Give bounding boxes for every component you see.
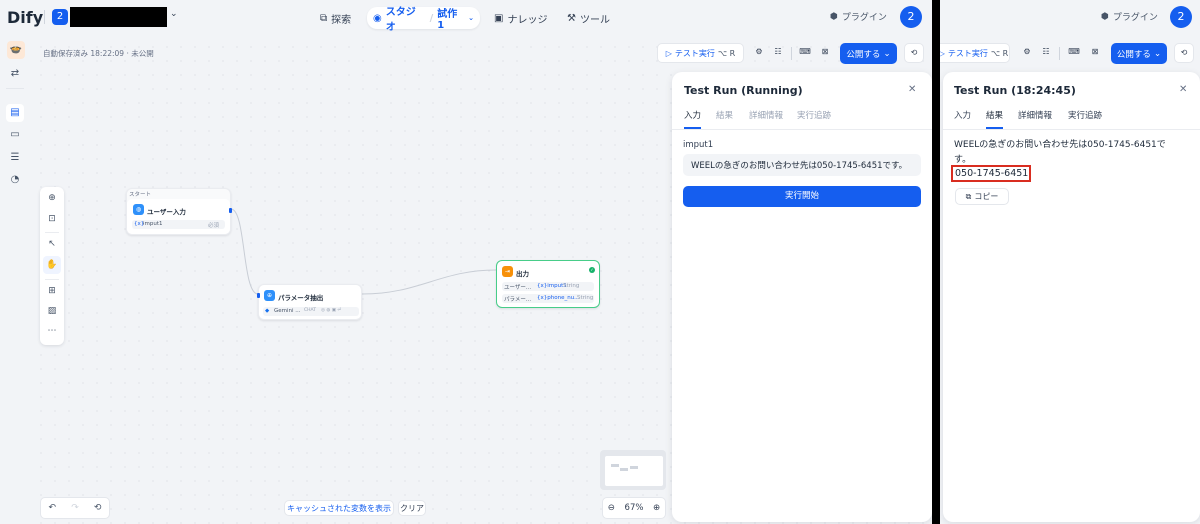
undo-redo-bar: ↶ ↷ ⟲ <box>40 497 110 519</box>
shortcut-label: ⌥ R <box>990 48 1009 58</box>
test-run-result-panel: Test Run (18:24:45) ✕ 入力 結果 詳細情報 実行追跡 WE… <box>943 72 1200 522</box>
start-node[interactable]: スタート ◍ ユーザー入力 {x} imput1 必須 <box>126 188 232 235</box>
field-label: imput1 <box>683 140 714 150</box>
output-row-type: String <box>563 283 580 289</box>
model-mode: CHAT <box>304 308 317 313</box>
run-button[interactable]: 実行開始 <box>683 186 921 207</box>
env-variables-icon[interactable]: ⌨ <box>1064 43 1084 63</box>
output-node[interactable]: ⇥ 出力 ✓ ユーザー... {x}imput1 String パラメー... … <box>496 260 600 308</box>
test-run-button[interactable]: ▷ テスト実行 ⌥ R <box>940 43 1010 63</box>
zoom-out-icon[interactable]: ⊖ <box>608 503 615 513</box>
tab-details[interactable]: 詳細情報 <box>749 109 783 121</box>
gemini-icon: ◆ <box>265 308 270 314</box>
minimap-viewport <box>605 456 663 486</box>
tabs-divider <box>943 129 1200 130</box>
avatar[interactable]: 2 <box>1170 6 1192 28</box>
history-icon[interactable]: ⟲ <box>1174 43 1194 63</box>
copy-label: コピー <box>974 192 999 201</box>
tab-tracing[interactable]: 実行追跡 <box>1068 109 1102 121</box>
chevron-down-icon: ⌄ <box>1153 48 1162 59</box>
panel-title: Test Run (Running) <box>684 84 803 97</box>
close-icon[interactable]: ✕ <box>1179 84 1187 95</box>
toolbar-divider <box>1059 47 1060 60</box>
extractor-icon: ⊕ <box>264 290 275 301</box>
highlighted-phone-number: 050-1745-6451 <box>951 165 1031 182</box>
result-text-line1: WEELの急ぎのお問い合わせ先は050-1745-6451で <box>954 140 1166 150</box>
test-run-panel: Test Run (Running) ✕ 入力 結果 詳細情報 実行追跡 imp… <box>672 72 932 522</box>
clear-button[interactable]: クリア <box>398 500 426 516</box>
left-window: Dify 2 ⌄ ⧉ 探索 ◉ スタジオ / 試作1 ⌄ ▣ ナレッジ ⚒ ツール ⬢… <box>0 0 932 524</box>
required-label: 必須 <box>208 223 220 229</box>
node-handle[interactable] <box>257 293 260 298</box>
checklist-icon[interactable]: ☷ <box>1036 43 1056 63</box>
output-row-var: {x}phone_nu... <box>537 295 580 301</box>
node-handle[interactable] <box>229 208 232 213</box>
input-field[interactable]: WEELの急ぎのお問い合わせ先は050-1745-6451です。 <box>683 154 921 176</box>
tab-result[interactable]: 結果 <box>986 109 1003 121</box>
tab-details[interactable]: 詳細情報 <box>1018 109 1052 121</box>
undo-icon[interactable]: ↶ <box>49 503 57 513</box>
tab-input[interactable]: 入力 <box>954 109 971 121</box>
parameter-extractor-node[interactable]: ⊕ パラメータ抽出 ◆ Gemini ... CHAT ◎ ◍ ▣ ⏎ <box>257 284 362 320</box>
show-cached-vars-button[interactable]: キャッシュされた変数を表示 <box>284 500 394 516</box>
zoom-level[interactable]: 67% <box>625 503 644 513</box>
minimap-node <box>611 464 619 467</box>
plugin-label: プラグイン <box>1112 13 1158 23</box>
publish-button[interactable]: 公開する ⌄ <box>1111 43 1167 64</box>
feature-icon[interactable]: ⚙ <box>1017 43 1037 63</box>
output-icon: ⇥ <box>502 266 513 277</box>
panel-title: Test Run (18:24:45) <box>954 84 1076 97</box>
tab-result[interactable]: 結果 <box>716 109 733 121</box>
model-feature-icons: ◎ ◍ ▣ ⏎ <box>321 308 342 313</box>
plugin-button[interactable]: ⬢ プラグイン <box>1101 10 1158 24</box>
right-window: ⬢ プラグイン 2 ▷ テスト実行 ⌥ R ⚙ ☷ ⌨ ⊠ 公開する ⌄ ⟲ Tes… <box>940 0 1200 524</box>
conversation-variables-icon[interactable]: ⊠ <box>1085 43 1105 63</box>
zoom-control: ⊖ 67% ⊕ <box>602 497 666 519</box>
output-row-label: パラメー... <box>504 297 532 303</box>
variable-name: imput1 <box>143 221 163 227</box>
edge-start-to-param <box>230 208 259 295</box>
node-title: ユーザー入力 <box>147 208 186 216</box>
screenshot-divider <box>932 0 940 524</box>
close-icon[interactable]: ✕ <box>908 84 916 95</box>
tabs-divider <box>672 129 932 130</box>
model-name: Gemini ... <box>274 308 301 314</box>
history-icon[interactable]: ⟲ <box>94 503 102 513</box>
result-text-line2: す。 <box>954 155 972 165</box>
node-group-label: スタート <box>129 192 152 198</box>
node-title: 出力 <box>516 270 529 278</box>
minimap-node <box>620 468 628 471</box>
success-check-icon: ✓ <box>589 267 595 273</box>
user-input-icon: ◍ <box>133 204 144 215</box>
zoom-in-icon[interactable]: ⊕ <box>653 503 660 513</box>
node-title: パラメータ抽出 <box>278 294 324 302</box>
edge-param-to-output <box>361 269 497 295</box>
test-run-label: テスト実行 <box>947 48 988 58</box>
tab-input[interactable]: 入力 <box>684 109 701 121</box>
redo-icon[interactable]: ↷ <box>71 503 79 513</box>
copy-icon: ⧉ <box>965 191 972 201</box>
play-icon: ▷ <box>940 48 945 58</box>
output-row-type: String <box>577 295 594 301</box>
tab-tracing[interactable]: 実行追跡 <box>797 109 831 121</box>
cube-icon: ⬢ <box>1101 11 1109 22</box>
minimap-node <box>630 466 638 469</box>
minimap[interactable] <box>600 450 666 490</box>
copy-button[interactable]: ⧉ コピー <box>955 188 1009 205</box>
publish-label: 公開する <box>1116 49 1151 60</box>
output-row-label: ユーザー... <box>504 285 532 291</box>
